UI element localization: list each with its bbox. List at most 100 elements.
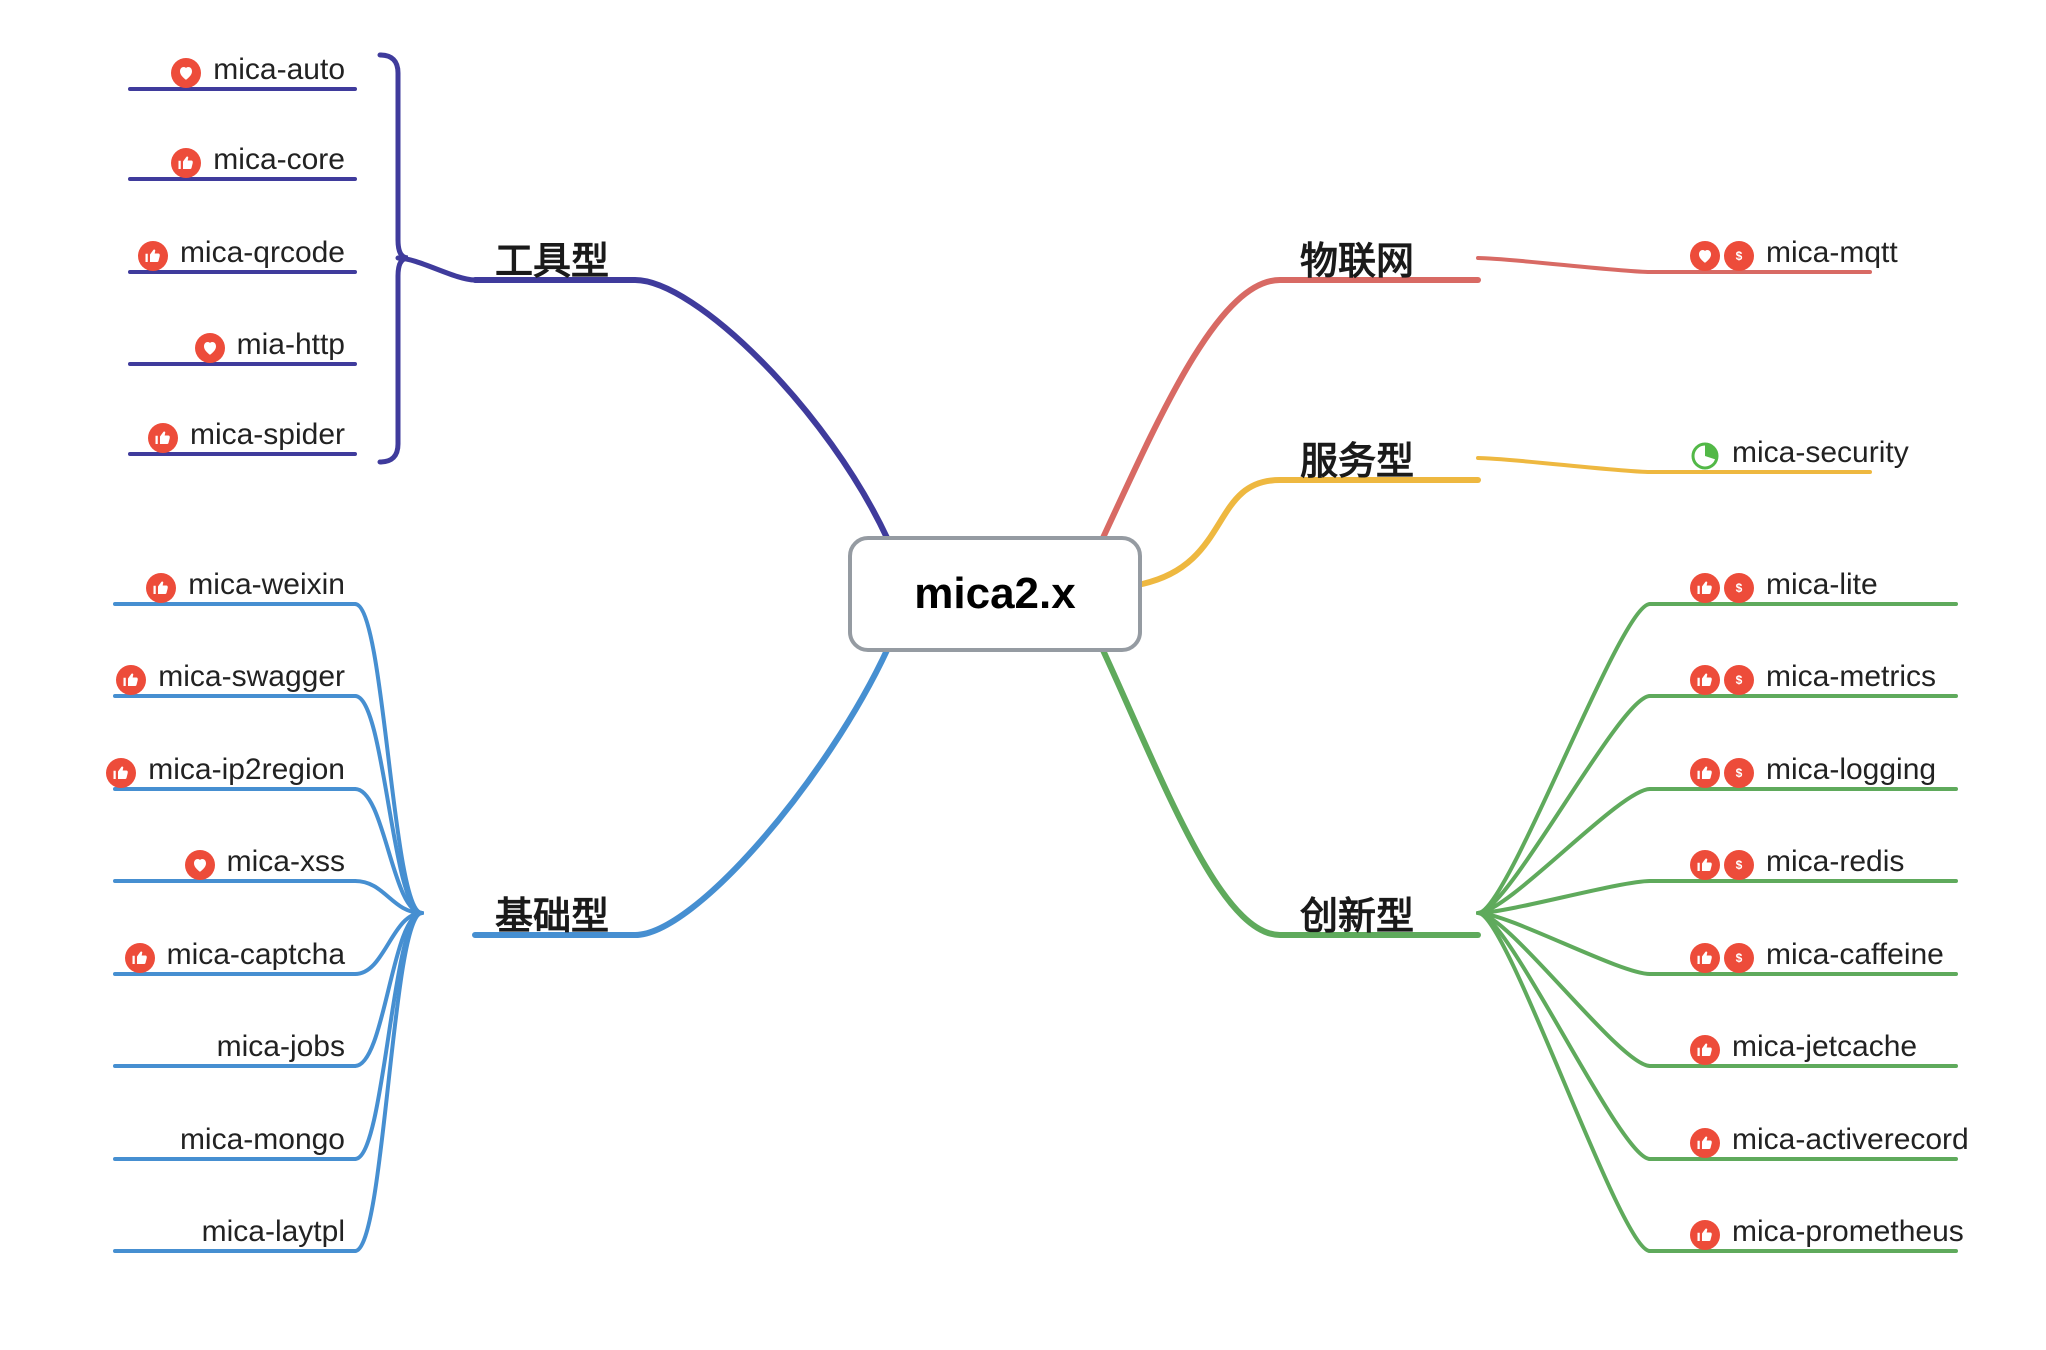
leaf-node[interactable]: mica-qrcode — [138, 238, 345, 274]
thumbs-up-icon — [138, 241, 168, 271]
leaf-node[interactable]: $ mica-logging — [1690, 755, 1936, 791]
heart-icon — [1690, 241, 1720, 271]
svg-text:$: $ — [1736, 858, 1743, 872]
leaf-node[interactable]: mica-weixin — [146, 570, 345, 606]
dollar-icon: $ — [1724, 850, 1754, 880]
leaf-label: mica-jobs — [217, 1032, 345, 1068]
leaf-label: mica-activerecord — [1732, 1125, 1969, 1161]
dollar-icon: $ — [1724, 573, 1754, 603]
leaf-label: mica-metrics — [1766, 662, 1936, 698]
leaf-label: mia-http — [237, 330, 345, 366]
leaf-icons — [195, 333, 225, 363]
leaf-node[interactable]: mica-swagger — [116, 662, 345, 698]
dollar-icon: $ — [1724, 758, 1754, 788]
leaf-icons: $ — [1690, 943, 1754, 973]
leaf-label: mica-redis — [1766, 847, 1904, 883]
pie-progress-icon — [1690, 441, 1720, 471]
thumbs-up-icon — [171, 148, 201, 178]
leaf-icons: $ — [1690, 758, 1754, 788]
leaf-label: mica-xss — [227, 847, 345, 883]
leaf-label: mica-ip2region — [148, 755, 345, 791]
thumbs-up-icon — [146, 573, 176, 603]
leaf-node[interactable]: mia-http — [195, 330, 345, 366]
svg-text:$: $ — [1736, 951, 1743, 965]
leaf-label: mica-core — [213, 145, 345, 181]
branch-label-service[interactable]: 服务型 — [1300, 430, 1414, 485]
leaf-icons: $ — [1690, 665, 1754, 695]
leaf-label: mica-spider — [190, 420, 345, 456]
leaf-node[interactable]: mica-security — [1690, 438, 1909, 474]
leaf-label: mica-mongo — [180, 1125, 345, 1161]
leaf-label: mica-mqtt — [1766, 238, 1898, 274]
leaf-node[interactable]: mica-jobs — [205, 1032, 345, 1068]
leaf-node[interactable]: $ mica-metrics — [1690, 662, 1936, 698]
branch-label-basic[interactable]: 基础型 — [495, 885, 609, 940]
leaf-node[interactable]: mica-laytpl — [190, 1217, 345, 1253]
leaf-icons — [1690, 1035, 1720, 1065]
thumbs-up-icon — [116, 665, 146, 695]
leaf-node[interactable]: mica-ip2region — [106, 755, 345, 791]
leaf-icons — [148, 423, 178, 453]
heart-icon — [195, 333, 225, 363]
leaf-node[interactable]: mica-jetcache — [1690, 1032, 1917, 1068]
thumbs-up-icon — [1690, 665, 1720, 695]
leaf-node[interactable]: $ mica-caffeine — [1690, 940, 1944, 976]
leaf-icons — [185, 850, 215, 880]
leaf-node[interactable]: mica-xss — [185, 847, 345, 883]
leaf-icons: $ — [1690, 241, 1754, 271]
thumbs-up-icon — [1690, 943, 1720, 973]
mindmap-canvas: mica2.x 工具型基础型 物联网服务型创新型 mica-auto mica-cor… — [0, 0, 2046, 1350]
leaf-node[interactable]: mica-spider — [148, 420, 345, 456]
leaf-node[interactable]: $ mica-mqtt — [1690, 238, 1898, 274]
leaf-label: mica-jetcache — [1732, 1032, 1917, 1068]
leaf-node[interactable]: mica-activerecord — [1690, 1125, 1969, 1161]
thumbs-up-icon — [1690, 850, 1720, 880]
leaf-node[interactable]: mica-mongo — [168, 1125, 345, 1161]
leaf-label: mica-prometheus — [1732, 1217, 1964, 1253]
svg-text:$: $ — [1736, 673, 1743, 687]
thumbs-up-icon — [1690, 758, 1720, 788]
svg-text:$: $ — [1736, 766, 1743, 780]
thumbs-up-icon — [1690, 573, 1720, 603]
root-node[interactable]: mica2.x — [848, 536, 1142, 652]
branch-label-innov[interactable]: 创新型 — [1300, 885, 1414, 940]
leaf-label: mica-caffeine — [1766, 940, 1944, 976]
leaf-node[interactable]: mica-core — [171, 145, 345, 181]
branch-label-tools[interactable]: 工具型 — [495, 230, 609, 285]
leaf-label: mica-laytpl — [202, 1217, 345, 1253]
leaf-node[interactable]: mica-auto — [171, 55, 345, 91]
dollar-icon: $ — [1724, 241, 1754, 271]
leaf-icons: $ — [1690, 573, 1754, 603]
dollar-icon: $ — [1724, 943, 1754, 973]
leaf-icons — [171, 148, 201, 178]
thumbs-up-icon — [106, 758, 136, 788]
leaf-label: mica-auto — [213, 55, 345, 91]
leaf-label: mica-swagger — [158, 662, 345, 698]
leaf-node[interactable]: $ mica-lite — [1690, 570, 1878, 606]
leaf-label: mica-logging — [1766, 755, 1936, 791]
root-title: mica2.x — [914, 569, 1075, 619]
leaf-label: mica-security — [1732, 438, 1909, 474]
svg-text:$: $ — [1736, 581, 1743, 595]
leaf-node[interactable]: mica-prometheus — [1690, 1217, 1964, 1253]
leaf-icons — [1690, 1128, 1720, 1158]
leaf-label: mica-lite — [1766, 570, 1878, 606]
leaf-icons: $ — [1690, 850, 1754, 880]
leaf-icons — [1690, 441, 1720, 471]
thumbs-up-icon — [148, 423, 178, 453]
leaf-node[interactable]: mica-captcha — [125, 940, 345, 976]
leaf-icons — [116, 665, 146, 695]
leaf-icons — [171, 58, 201, 88]
heart-icon — [171, 58, 201, 88]
leaf-icons — [125, 943, 155, 973]
thumbs-up-icon — [1690, 1128, 1720, 1158]
leaf-icons — [106, 758, 136, 788]
dollar-icon: $ — [1724, 665, 1754, 695]
branch-label-iot[interactable]: 物联网 — [1300, 230, 1414, 285]
leaf-icons — [138, 241, 168, 271]
leaf-node[interactable]: $ mica-redis — [1690, 847, 1904, 883]
thumbs-up-icon — [1690, 1220, 1720, 1250]
svg-text:$: $ — [1736, 249, 1743, 263]
leaf-label: mica-weixin — [188, 570, 345, 606]
leaf-label: mica-qrcode — [180, 238, 345, 274]
